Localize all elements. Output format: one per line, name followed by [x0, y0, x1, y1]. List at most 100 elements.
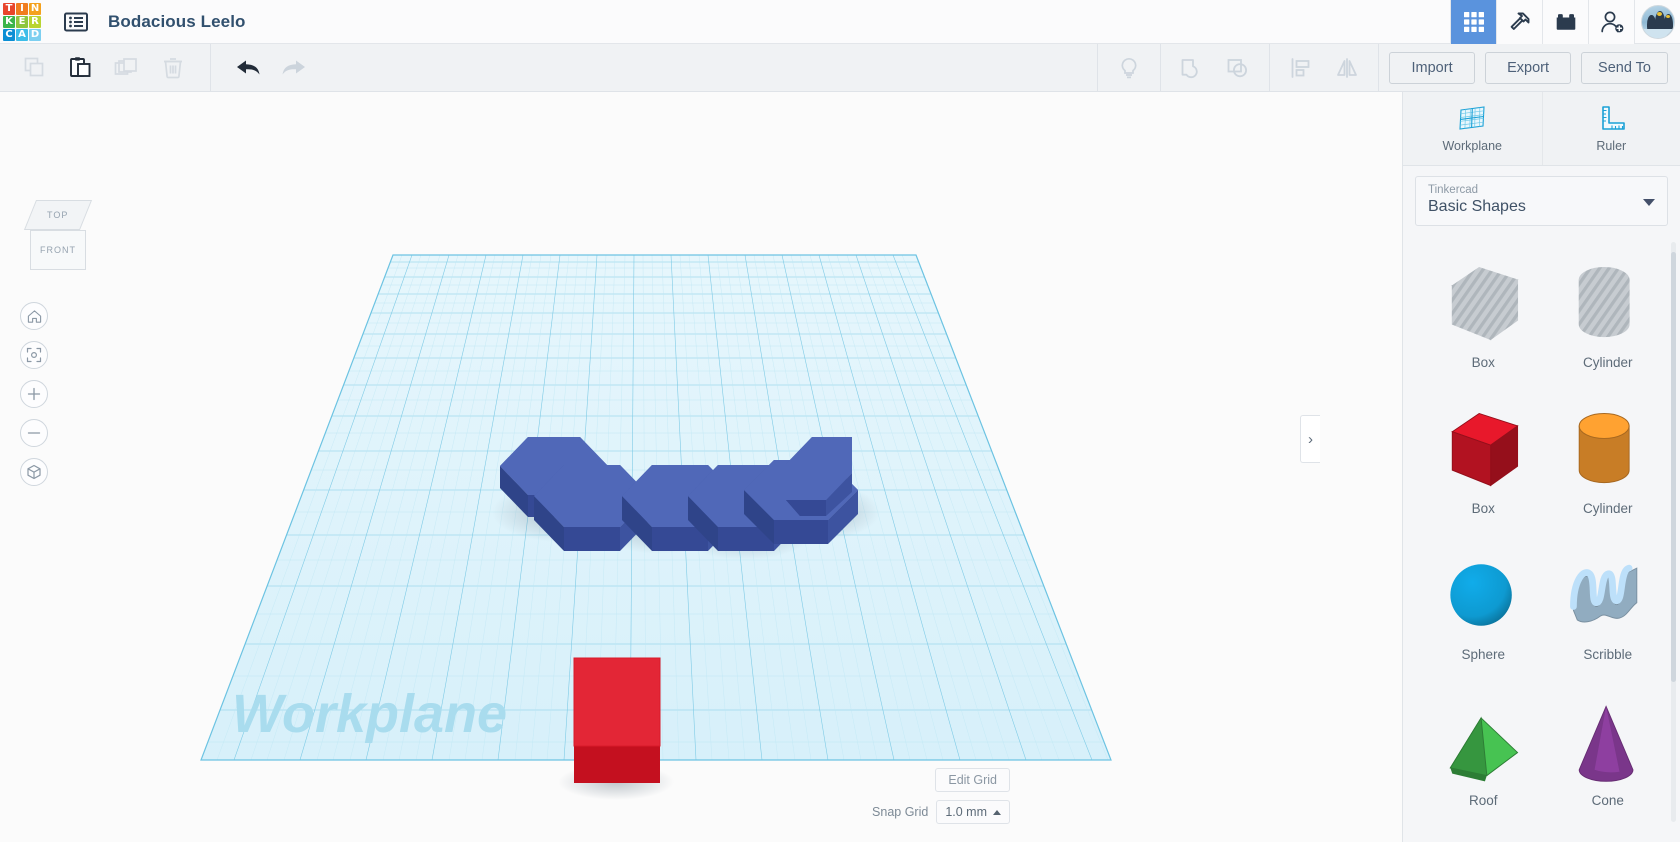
notes-button[interactable]	[1106, 48, 1152, 88]
lego-brick-icon[interactable]	[1542, 0, 1588, 44]
topbar-right-icons	[1450, 0, 1680, 44]
main-toolbar: Import Export Send To	[0, 43, 1680, 92]
shape-thumbnail	[1560, 255, 1656, 351]
group-button[interactable]	[1169, 48, 1215, 88]
shape-item-box-2[interactable]: Box	[1425, 386, 1542, 516]
view-controls	[20, 302, 48, 497]
copy-button[interactable]	[12, 48, 58, 88]
workplane-watermark: Workplane	[232, 684, 507, 744]
tinkercad-logo[interactable]: TIN KER CAD	[0, 0, 44, 44]
library-name: Basic Shapes	[1428, 198, 1526, 215]
ruler-tool[interactable]: Ruler	[1541, 92, 1680, 165]
top-bar: TIN KER CAD Bodacious Leelo	[0, 0, 1680, 44]
workplane-tool[interactable]: Workplane	[1403, 92, 1542, 165]
workplane-tool-label: Workplane	[1442, 139, 1503, 153]
shapes-panel: Workplane Ruler Tinkercad Basic Shapes B…	[1402, 92, 1680, 842]
logo-tile-c: C	[3, 28, 15, 41]
document-title[interactable]: Bodacious Leelo	[108, 12, 246, 32]
shape-thumbnail	[1560, 401, 1656, 497]
view-cube[interactable]: TOP FRONT	[22, 200, 94, 284]
shape-library-select[interactable]: Tinkercad Basic Shapes	[1415, 176, 1668, 226]
avatar[interactable]	[1634, 0, 1680, 44]
view-cube-front-face[interactable]: FRONT	[30, 230, 86, 270]
view-cube-top-face[interactable]: TOP	[23, 200, 93, 230]
cone-thumbnail	[1578, 705, 1634, 782]
shape-item-sphere-4[interactable]: Sphere	[1425, 532, 1542, 662]
workplane-scene[interactable]: Workplane	[0, 92, 1402, 842]
hammer-tools-icon[interactable]	[1496, 0, 1542, 44]
snap-grid-select[interactable]: 1.0 mm	[936, 800, 1010, 824]
shape-item-cone-7[interactable]: Cone	[1550, 678, 1667, 808]
edit-grid-button[interactable]: Edit Grid	[935, 768, 1010, 792]
chevron-up-icon	[993, 809, 1001, 815]
redo-button[interactable]	[271, 48, 317, 88]
chevron-down-icon	[1643, 199, 1655, 206]
shape-label: Sphere	[1461, 647, 1506, 662]
shape-thumbnail	[1435, 401, 1531, 497]
ruler-icon	[1602, 106, 1626, 130]
mirror-button[interactable]	[1324, 48, 1370, 88]
logo-tile-r: R	[29, 15, 41, 28]
panel-scrollbar-thumb[interactable]	[1671, 252, 1676, 682]
zoom-out-button[interactable]	[20, 419, 48, 447]
shape-thumbnail	[1435, 693, 1531, 789]
shape-grid: Box Cylinder Box Cylinder Sphere Scribble Roof…	[1403, 240, 1680, 842]
undo-button[interactable]	[225, 48, 271, 88]
snap-grid-row: Snap Grid 1.0 mm	[872, 800, 1010, 824]
delete-button[interactable]	[150, 48, 196, 88]
export-button[interactable]: Export	[1485, 51, 1572, 84]
view-cube-front-label: FRONT	[40, 245, 76, 255]
shape-thumbnail	[1435, 255, 1531, 351]
shape-label: Box	[1471, 501, 1495, 516]
shape-thumbnail	[1560, 693, 1656, 789]
shape-item-scribble-5[interactable]: Scribble	[1550, 532, 1667, 662]
red-box-object[interactable]	[558, 657, 674, 800]
shape-item-roof-6[interactable]: Roof	[1425, 678, 1542, 808]
view-cube-top-label: TOP	[47, 210, 69, 220]
align-button[interactable]	[1278, 48, 1324, 88]
shape-label: Roof	[1468, 793, 1498, 808]
toolbar-divider-1	[210, 43, 211, 92]
import-button[interactable]: Import	[1389, 51, 1476, 84]
grid-controls: Edit Grid Snap Grid 1.0 mm	[872, 768, 1010, 824]
logo-tile-i: I	[16, 2, 28, 15]
ungroup-button[interactable]	[1215, 48, 1261, 88]
toolbar-divider-3	[1160, 43, 1162, 92]
list-menu-icon[interactable]	[62, 8, 90, 36]
logo-tile-e: E	[16, 15, 28, 28]
ortho-toggle-button[interactable]	[20, 458, 48, 486]
roof-thumbnail	[1449, 716, 1519, 782]
toolbar-divider-2	[1097, 43, 1099, 92]
paste-button[interactable]	[58, 48, 104, 88]
logo-tile-n: N	[29, 2, 41, 15]
shape-label: Cylinder	[1582, 501, 1633, 516]
shape-thumbnail	[1560, 547, 1656, 643]
add-person-icon[interactable]	[1588, 0, 1634, 44]
logo-tile-t: T	[3, 2, 15, 15]
zoom-in-button[interactable]	[20, 380, 48, 408]
fit-view-button[interactable]	[20, 341, 48, 369]
shape-item-box-0[interactable]: Box	[1425, 240, 1542, 370]
sphere-thumbnail	[1450, 564, 1513, 626]
shape-label: Box	[1471, 355, 1495, 370]
panel-collapse-toggle[interactable]: ›	[1300, 415, 1320, 463]
shape-label: Cone	[1591, 793, 1624, 808]
shape-item-cylinder-3[interactable]: Cylinder	[1550, 386, 1667, 516]
penguin-avatar-image	[1640, 4, 1675, 39]
home-view-button[interactable]	[20, 302, 48, 330]
editor-canvas[interactable]: Workplane TOP FRONT Edit Grid Snap Grid …	[0, 92, 1402, 842]
logo-tile-k: K	[3, 15, 15, 28]
tinkercad-app: TINKERCAD Bodacious Leelo Import Export …	[0, 0, 1680, 842]
logo-tile-d: D	[29, 28, 41, 41]
send-to-button[interactable]: Send To	[1581, 51, 1668, 84]
grid-gallery-icon[interactable]	[1450, 0, 1496, 44]
shape-label: Scribble	[1583, 647, 1633, 662]
box-thumbnail	[1451, 266, 1519, 341]
snap-grid-value: 1.0 mm	[945, 805, 987, 819]
duplicate-button[interactable]	[104, 48, 150, 88]
panel-tools: Workplane Ruler	[1403, 92, 1680, 166]
shape-item-cylinder-1[interactable]: Cylinder	[1550, 240, 1667, 370]
scribble-thumbnail	[1569, 564, 1638, 623]
toolbar-divider-4	[1269, 43, 1271, 92]
workplane-grid-icon	[1459, 106, 1485, 130]
